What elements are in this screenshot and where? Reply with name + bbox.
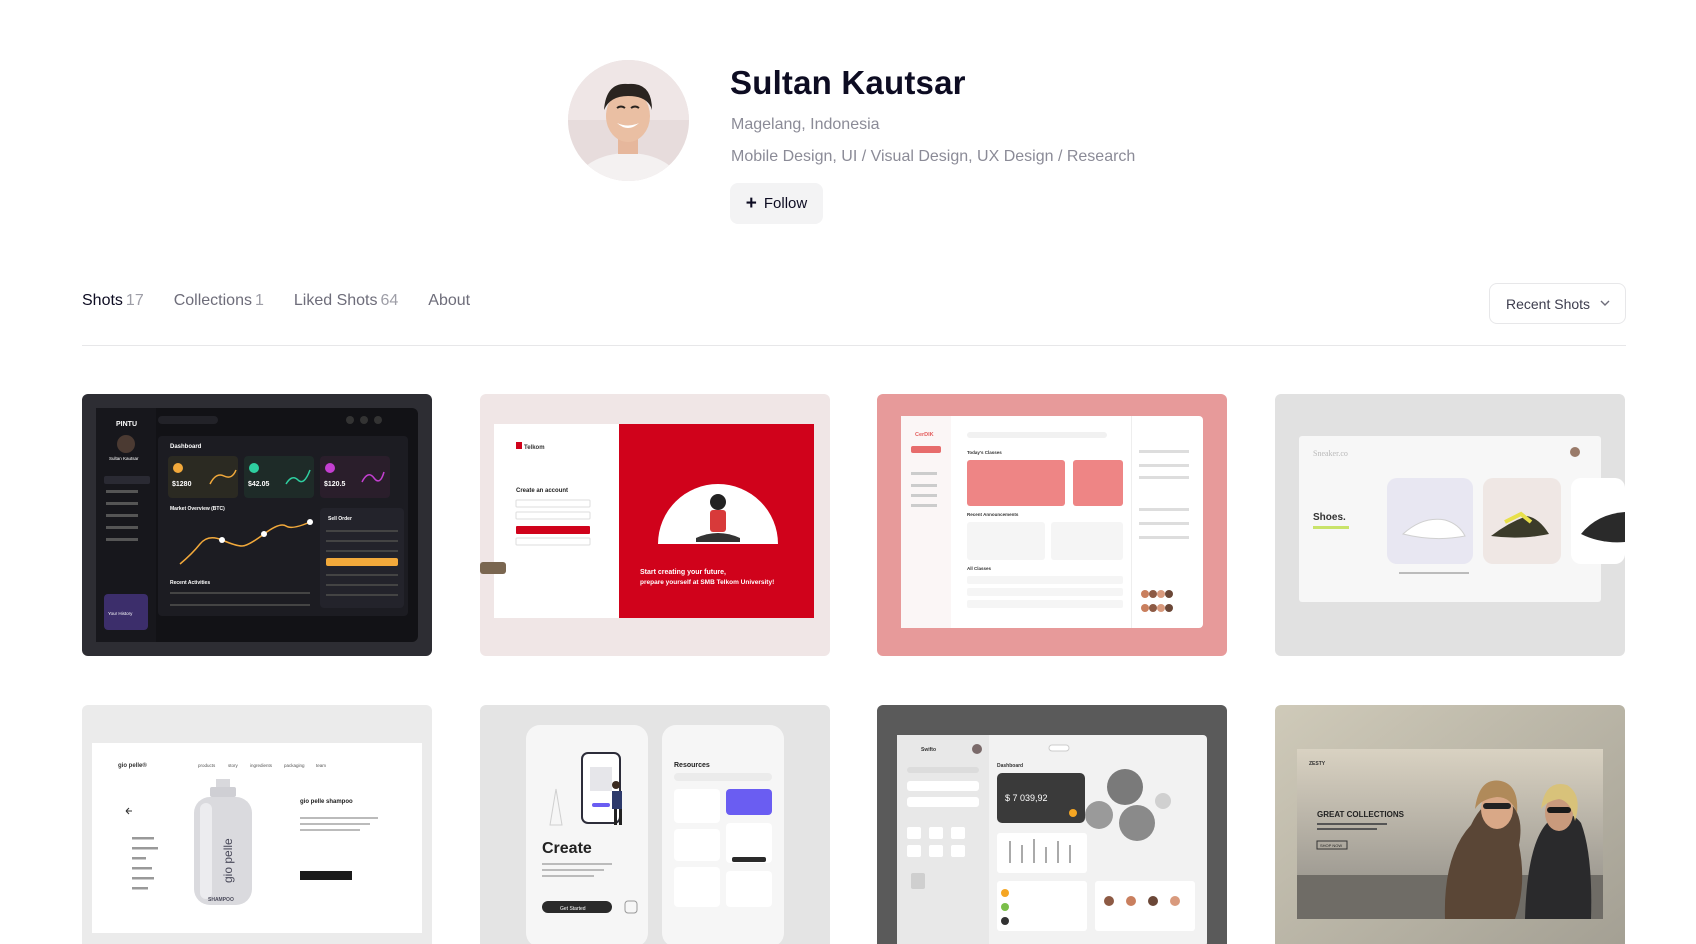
shot-tagline: Start creating your future, [640, 569, 726, 576]
shot-orders: Sell Order [328, 516, 352, 522]
shot-title: Shoes. [1313, 512, 1346, 523]
tab-shots[interactable]: Shots 17 [82, 292, 144, 310]
tab-label: Liked Shots [293, 292, 378, 309]
profile-name: Sultan Kautsar [730, 64, 966, 101]
shot-card-swifto-dashboard[interactable]: Swifto Dashboard $ 7 039,92 [877, 705, 1227, 944]
shot-section: Resources [674, 762, 710, 769]
shot-nav-item: team [316, 763, 326, 768]
avatar[interactable] [568, 60, 689, 181]
shot-tagline: prepare yourself at SMB Telkom Universit… [640, 579, 774, 586]
shot-thumbnail: CerDIK Today's Classes Recent Announceme… [877, 394, 1227, 656]
shot-value: $42.05 [248, 481, 270, 488]
tab-label: About [428, 292, 471, 309]
shot-bottle-label: SHAMPOO [208, 897, 234, 903]
shot-heading: Create an account [516, 488, 568, 494]
shot-brand: gio pelle® [118, 762, 147, 769]
divider [82, 345, 1626, 346]
shot-history: Your History [108, 611, 133, 616]
tab-label: Shots [82, 292, 123, 309]
tab-count: 64 [380, 292, 399, 309]
tab-about[interactable]: About [428, 292, 470, 310]
shot-brand: Swifto [921, 747, 936, 753]
shot-nav-item: ingredients [250, 763, 273, 768]
profile-skills: Mobile Design, UI / Visual Design, UX De… [731, 148, 1136, 165]
tab-liked-shots[interactable]: Liked Shots 64 [294, 292, 398, 310]
shot-nav-item: products [198, 763, 216, 768]
shot-thumbnail: Telkom Create an account Start creating … [480, 394, 830, 656]
follow-label: Follow [763, 195, 808, 212]
shot-thumbnail: gio pelle® products story ingredients pa… [82, 705, 432, 944]
shot-title: Dashboard [170, 444, 202, 450]
shot-brand: Telkom [524, 445, 545, 451]
follow-button[interactable]: + Follow [730, 183, 823, 224]
shot-section: Dashboard [997, 763, 1023, 769]
tab-collections[interactable]: Collections 1 [174, 292, 264, 310]
plus-icon: + [745, 193, 757, 214]
shot-brand: Sneaker.co [1313, 449, 1348, 458]
shot-cta: Get Started [560, 906, 586, 912]
shot-product: gio pelle shampoo [300, 799, 353, 805]
avatar-photo [568, 60, 689, 181]
shot-nav-item: packaging [284, 763, 305, 768]
tab-count: 17 [125, 292, 144, 309]
shot-cta: SHOP NOW [1320, 843, 1342, 848]
tab-label: Collections [173, 292, 252, 309]
shot-title: Create [542, 840, 592, 857]
profile-header: Sultan Kautsar Magelang, Indonesia Mobil… [568, 60, 1188, 230]
shot-card-sneaker-store[interactable]: Sneaker.co Shoes. [1275, 394, 1625, 656]
shot-brand: PINTU [116, 421, 137, 428]
shot-all-classes: All Classes [967, 566, 992, 571]
tab-count: 1 [254, 292, 264, 309]
shot-thumbnail: Create Get Started Resources [480, 705, 830, 944]
sort-label: Recent Shots [1506, 295, 1591, 312]
shot-nav-item: story [228, 763, 239, 768]
shot-activities: Recent Activities [170, 580, 210, 586]
shot-card-telkom-university[interactable]: Telkom Create an account Start creating … [480, 394, 830, 656]
shot-value: $120.5 [324, 481, 346, 488]
shot-card-zesty-fashion[interactable]: ZESTY GREAT COLLECTIONS SHOP NOW [1275, 705, 1625, 944]
shot-brand: CerDIK [915, 432, 934, 438]
shot-thumbnail: PINTU Sultan Kautsar Your History Dashbo… [82, 394, 432, 656]
shot-bottle-label: gio pelle [221, 838, 235, 883]
shot-card-pintu-dashboard[interactable]: PINTU Sultan Kautsar Your History Dashbo… [82, 394, 432, 656]
chevron-down-icon [1600, 300, 1610, 306]
shot-title: GREAT COLLECTIONS [1317, 810, 1405, 819]
profile-location: Magelang, Indonesia [731, 116, 880, 133]
shot-brand: ZESTY [1309, 761, 1326, 767]
shot-thumbnail: Swifto Dashboard $ 7 039,92 [877, 705, 1227, 944]
sort-dropdown[interactable]: Recent Shots [1489, 283, 1626, 324]
shot-value: $1280 [172, 481, 192, 488]
shot-card-create-resources[interactable]: Create Get Started Resources [480, 705, 830, 944]
profile-tabs: Shots 17 Collections 1 Liked Shots 64 About [82, 292, 470, 310]
shot-thumbnail: Sneaker.co Shoes. [1275, 394, 1625, 656]
shot-user: Sultan Kautsar [109, 456, 139, 461]
shot-thumbnail: ZESTY GREAT COLLECTIONS SHOP NOW [1275, 705, 1625, 944]
shot-announce: Recent Announcements [967, 512, 1019, 517]
shot-classes: Today's Classes [967, 450, 1002, 455]
shot-balance: $ 7 039,92 [1005, 793, 1048, 803]
shot-card-gio-pelle[interactable]: gio pelle® products story ingredients pa… [82, 705, 432, 944]
shot-chart-title: Market Overview (BTC) [170, 506, 225, 512]
shot-card-cerdik-dashboard[interactable]: CerDIK Today's Classes Recent Announceme… [877, 394, 1227, 656]
